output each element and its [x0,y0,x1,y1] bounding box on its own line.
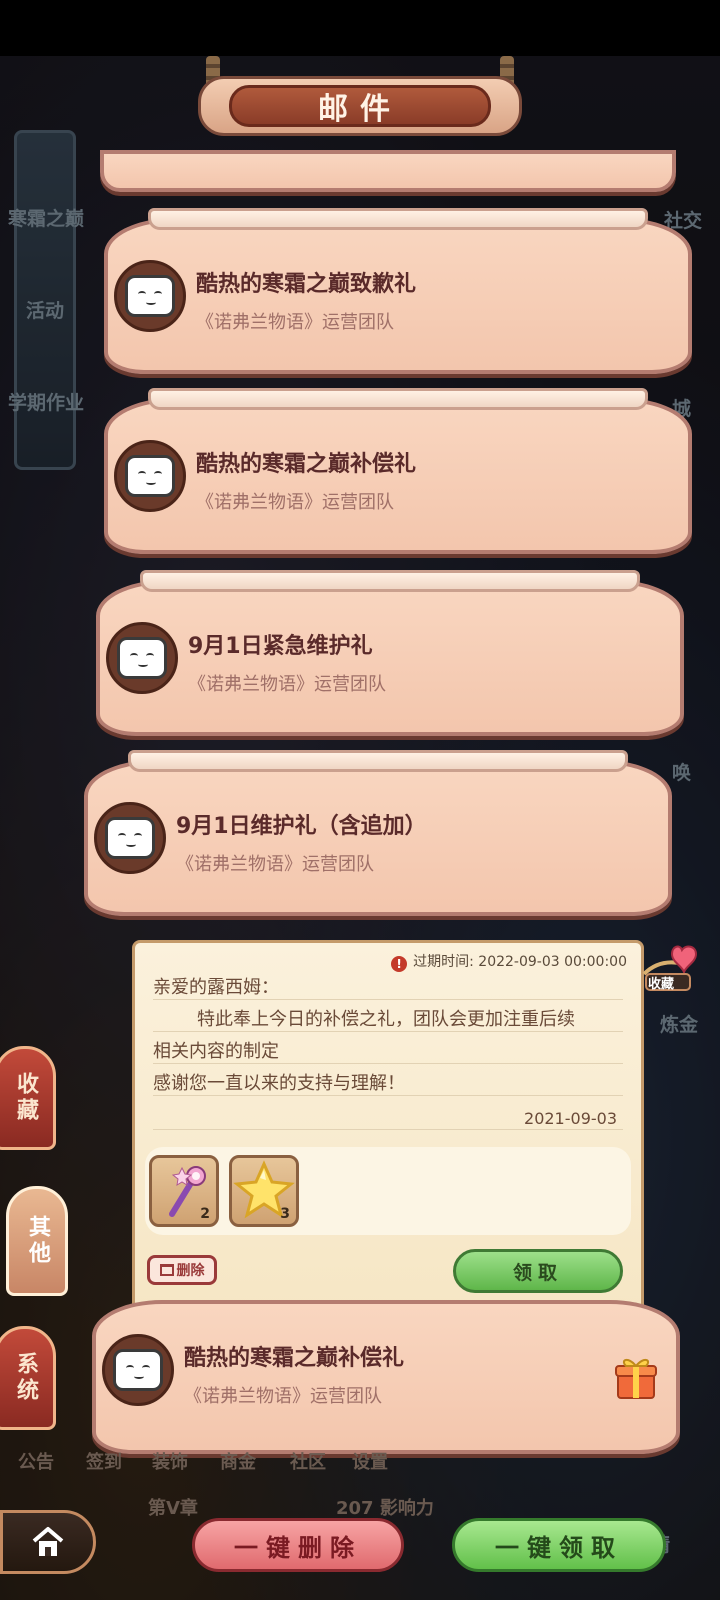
bottom-nav-shop[interactable]: 商金 [220,1448,256,1474]
sender-avatar [102,1334,174,1406]
trash-icon [159,1264,174,1276]
sender-avatar [106,622,178,694]
influence-label: 207 影响力 [336,1498,434,1519]
mail-greeting: 亲爱的露西姆： [153,977,279,998]
mail-card[interactable]: 酷热的寒霜之巅致歉礼 《诺弗兰物语》运营团队 [104,208,692,374]
mail-title: 酷热的寒霜之巅补偿礼 [184,1346,405,1371]
mail-detail-panel: ! 过期时间: 2022-09-03 00:00:00 亲爱的露西姆： 特此奉上今… [132,940,644,1324]
ruled-line [153,1063,623,1064]
mail-sender: 《诺弗兰物语》运营团队 [196,312,394,333]
claim-all-button[interactable]: 一键领取 [452,1518,666,1572]
bottom-nav-notice[interactable]: 公告 [18,1448,54,1474]
reward-item[interactable]: 3 [229,1155,299,1227]
mail-sender: 《诺弗兰物语》运营团队 [196,492,394,513]
gift-box-icon [615,1359,657,1399]
tab-favorites[interactable]: 收藏 [0,1046,56,1150]
claim-button[interactable]: 领取 [453,1249,623,1293]
mail-sender: 《诺弗兰物语》运营团队 [188,674,386,695]
bottom-nav-community[interactable]: 社区 [290,1448,326,1474]
bilibili-tv-icon [105,817,155,859]
ruled-line [153,999,623,1000]
bottom-nav-signin[interactable]: 签到 [86,1448,122,1474]
reward-list: 2 3 [145,1147,631,1235]
mail-card[interactable]: 9月1日维护礼（含追加） 《诺弗兰物语》运营团队 [84,750,672,916]
mail-sender: 《诺弗兰物语》运营团队 [184,1386,382,1407]
bilibili-tv-icon [113,1349,163,1391]
bottom-nav-decor[interactable]: 装饰 [152,1448,188,1474]
bilibili-tv-icon [125,455,175,497]
warning-icon: ! [391,956,408,972]
item-count: 2 [200,1206,210,1222]
bilibili-tv-icon [117,637,167,679]
mail-title: 酷热的寒霜之巅致歉礼 [196,272,417,297]
bottom-nav-settings[interactable]: 设置 [352,1448,388,1474]
envelope-flap [140,570,640,592]
expire-info: ! 过期时间: 2022-09-03 00:00:00 [391,951,627,972]
page-title: 邮件 [229,85,491,127]
mail-date: 2021-09-03 [524,1109,617,1128]
reward-item[interactable]: 2 [149,1155,219,1227]
tab-system[interactable]: 系统 [0,1326,56,1430]
delete-button-label: 删除 [176,1263,205,1279]
delete-button[interactable]: 删除 [147,1255,217,1285]
mail-title: 9月1日紧急维护礼 [188,634,373,659]
header-board: 邮件 [198,76,522,136]
bilibili-tv-icon [125,275,175,317]
ruled-line [153,1031,623,1032]
mail-title: 酷热的寒霜之巅补偿礼 [196,452,417,477]
sender-avatar [94,802,166,874]
expire-text: 过期时间: 2022-09-03 00:00:00 [413,954,627,970]
collect-tag[interactable]: 收藏 [640,944,704,994]
mail-body-line: 特此奉上今日的补偿之礼，团队会更加注重后续 [197,1009,575,1030]
home-button[interactable] [0,1510,96,1574]
mail-body-line: 相关内容的制定 [153,1041,279,1062]
mail-card[interactable]: 酷热的寒霜之巅补偿礼 《诺弗兰物语》运营团队 [104,388,692,554]
collect-tag-label: 收藏 [648,977,675,992]
sender-avatar [114,440,186,512]
status-bar [0,0,720,56]
mail-card-partial[interactable] [100,150,676,192]
mail-body-line: 感谢您一直以来的支持与理解！ [153,1073,405,1094]
mail-title: 9月1日维护礼（含追加） [176,814,427,839]
tab-other[interactable]: 其他 [6,1186,68,1296]
sender-avatar [114,260,186,332]
envelope-flap [128,750,628,772]
mail-card-selected[interactable]: 酷热的寒霜之巅补偿礼 《诺弗兰物语》运营团队 [92,1300,680,1454]
item-count: 3 [280,1206,290,1222]
mail-card[interactable]: 9月1日紧急维护礼 《诺弗兰物语》运营团队 [96,570,684,736]
mail-sender: 《诺弗兰物语》运营团队 [176,854,374,875]
home-icon [32,1527,64,1556]
ruled-line [153,1095,623,1096]
ruled-line [153,1129,623,1130]
delete-all-button[interactable]: 一键删除 [192,1518,404,1572]
chapter-label: 第V章 [148,1498,198,1519]
envelope-flap [148,208,648,230]
envelope-flap [148,388,648,410]
